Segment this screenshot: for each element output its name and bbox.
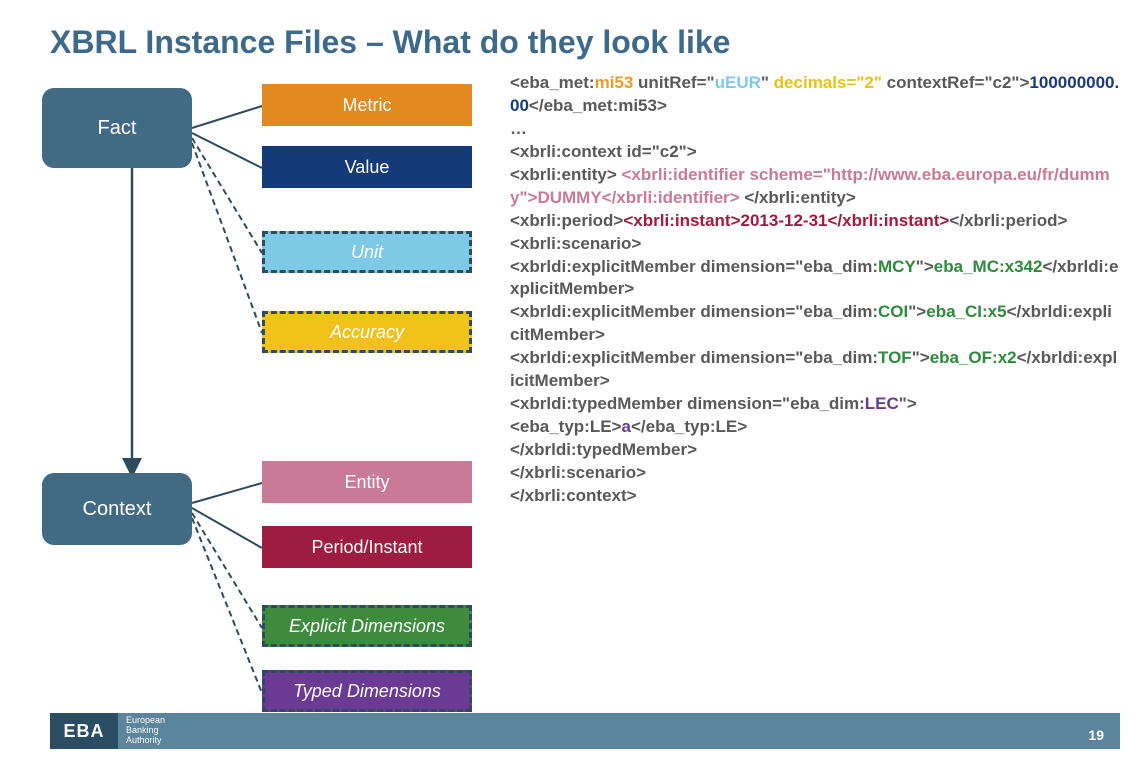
context-node: Context — [42, 473, 192, 545]
explicit-dimensions-box: Explicit Dimensions — [262, 605, 472, 647]
code-line: </xbrldi:typedMember> — [510, 439, 1120, 462]
code-line: <eba_met:mi53 unitRef="uEUR" decimals="2… — [510, 72, 1120, 118]
code-line: <xbrldi:typedMember dimension="eba_dim:L… — [510, 393, 1120, 416]
unit-box: Unit — [262, 231, 472, 273]
code-line: <xbrli:scenario> — [510, 233, 1120, 256]
diagram-area: Fact Context Metric Value Unit Accuracy … — [32, 78, 492, 718]
page-title: XBRL Instance Files – What do they look … — [50, 24, 730, 61]
fact-node: Fact — [42, 88, 192, 168]
code-line: <xbrldi:explicitMember dimension="eba_di… — [510, 256, 1120, 302]
code-line: … — [510, 118, 1120, 141]
value-box: Value — [262, 146, 472, 188]
entity-box: Entity — [262, 461, 472, 503]
code-line: </xbrli:scenario> — [510, 462, 1120, 485]
code-line: <xbrldi:explicitMember dimension="eba_di… — [510, 301, 1120, 347]
eba-logo: EBA — [50, 713, 118, 749]
code-line: <xbrli:context id="c2"> — [510, 141, 1120, 164]
code-line: <xbrli:entity> <xbrli:identifier scheme=… — [510, 164, 1120, 210]
code-line: </xbrli:context> — [510, 485, 1120, 508]
footer-bar: EBA European Banking Authority 19 — [50, 713, 1120, 749]
code-line: <xbrli:period><xbrli:instant>2013-12-31<… — [510, 210, 1120, 233]
eba-org-name: European Banking Authority — [126, 716, 165, 746]
accuracy-box: Accuracy — [262, 311, 472, 353]
page-number: 19 — [1088, 727, 1104, 743]
metric-box: Metric — [262, 84, 472, 126]
typed-dimensions-box: Typed Dimensions — [262, 670, 472, 712]
period-box: Period/Instant — [262, 526, 472, 568]
code-line: <xbrldi:explicitMember dimension="eba_di… — [510, 347, 1120, 393]
code-sample: <eba_met:mi53 unitRef="uEUR" decimals="2… — [510, 72, 1120, 508]
code-line: <eba_typ:LE>a</eba_typ:LE> — [510, 416, 1120, 439]
